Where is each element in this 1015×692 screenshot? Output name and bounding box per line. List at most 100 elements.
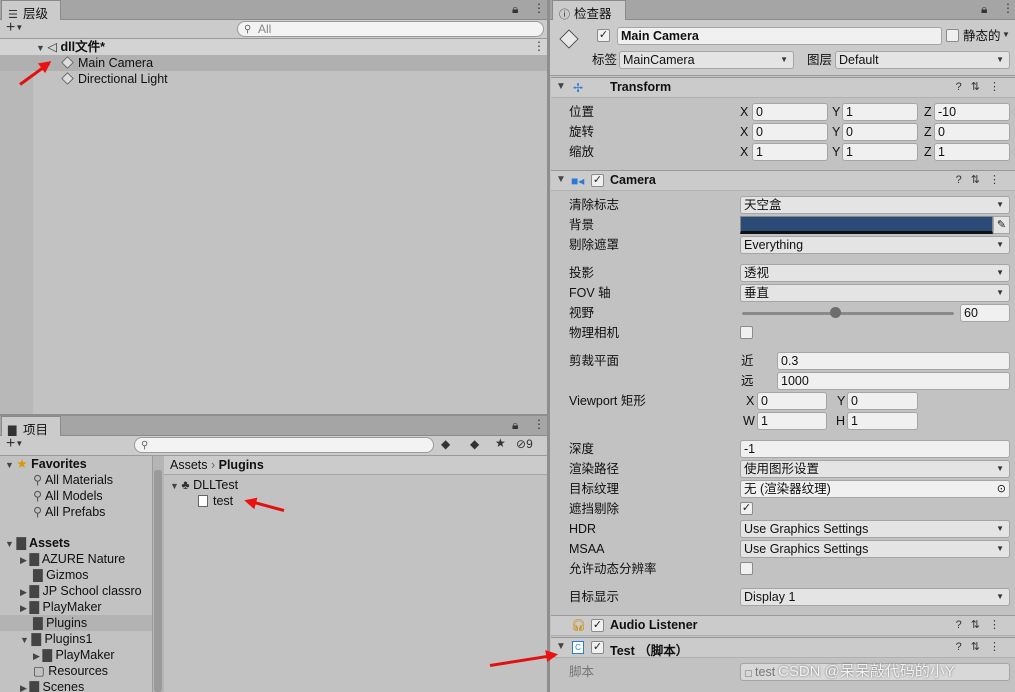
depth-field[interactable]: -1 <box>740 440 1010 458</box>
culling-mask-label: 剔除遮罩 <box>569 238 620 252</box>
y-axis-label: Y <box>832 105 841 119</box>
occlusion-culling-checkbox[interactable]: ✓ <box>740 502 753 515</box>
more-menu-icon[interactable]: ⋮ <box>533 417 545 431</box>
viewport-y-field[interactable]: 0 <box>847 392 918 410</box>
asset-folder[interactable]: ▼ ▇ Plugins1 <box>20 631 92 647</box>
component-actions[interactable]: ?⇅⋮ <box>956 173 1009 186</box>
favorite-star-icon[interactable]: ★ <box>495 436 506 450</box>
create-button[interactable]: +▼ <box>6 19 23 37</box>
hierarchy-search-input[interactable]: ⚲ All <box>237 21 544 37</box>
fov-slider-thumb[interactable] <box>830 307 842 318</box>
project-search-input[interactable]: ⚲ <box>134 437 434 453</box>
camera-header[interactable]: ▼ ■◂ ✓ Camera ?⇅⋮ <box>551 170 1015 191</box>
scale-y-field[interactable]: 1 <box>842 143 918 161</box>
audio-listener-header[interactable]: 🎧︎ ✓ Audio Listener ?⇅⋮ <box>551 615 1015 636</box>
tab-project[interactable]: ▇ 项目 <box>1 416 61 437</box>
asset-folder[interactable]: ▶ ▇ PlayMaker <box>33 647 115 663</box>
dynamic-resolution-checkbox[interactable] <box>740 562 753 575</box>
tree-scrollbar-thumb[interactable] <box>154 470 162 692</box>
create-button[interactable]: +▼ <box>6 435 23 453</box>
rotation-x-field[interactable]: 0 <box>752 123 828 141</box>
asset-folder-plugins[interactable]: ▇ Plugins <box>33 615 87 631</box>
favorite-item[interactable]: ⚲ All Models <box>33 488 103 504</box>
viewport-x-field[interactable]: 0 <box>757 392 827 410</box>
fov-axis-dropdown[interactable]: 垂直 ▼ <box>740 284 1010 302</box>
lock-icon[interactable]: 🔒︎ <box>512 2 518 17</box>
near-field[interactable]: 0.3 <box>777 352 1010 370</box>
viewport-h-field[interactable]: 1 <box>847 412 918 430</box>
physical-camera-checkbox[interactable] <box>740 326 753 339</box>
culling-mask-dropdown[interactable]: Everything ▼ <box>740 236 1010 254</box>
csharp-script-icon: C <box>572 641 584 654</box>
fov-label: 视野 <box>569 306 595 320</box>
hierarchy-item-main-camera[interactable]: Main Camera <box>61 55 153 71</box>
chevron-down-icon: ▼ <box>996 464 1004 473</box>
hdr-dropdown[interactable]: Use Graphics Settings ▼ <box>740 520 1010 538</box>
breadcrumb-root[interactable]: Assets <box>170 458 208 472</box>
favorites-header[interactable]: ▼ ★ Favorites <box>5 456 87 472</box>
breadcrumb-current[interactable]: Plugins <box>219 458 264 472</box>
far-field[interactable]: 1000 <box>777 372 1010 390</box>
scene-menu-icon[interactable]: ⋮ <box>533 39 545 53</box>
more-menu-icon[interactable]: ⋮ <box>1002 1 1014 15</box>
chevron-down-icon: ▼ <box>996 592 1004 601</box>
lock-icon[interactable]: 🔒︎ <box>981 2 987 17</box>
panel-divider <box>547 0 550 692</box>
camera-enabled-checkbox[interactable]: ✓ <box>591 174 604 187</box>
script-component-header[interactable]: ▼ C ✓ Test （脚本） ?⇅⋮ <box>551 637 1015 658</box>
background-color-swatch[interactable] <box>740 216 993 234</box>
object-picker-icon[interactable]: ⊙ <box>997 481 1006 497</box>
tag-label: 标签 <box>592 53 618 67</box>
position-y-field[interactable]: 1 <box>842 103 918 121</box>
transform-header[interactable]: ▼ ✢ Transform ?⇅⋮ <box>551 77 1015 98</box>
component-actions[interactable]: ?⇅⋮ <box>956 618 1009 631</box>
fov-field[interactable]: 60 <box>960 304 1010 322</box>
fold-icon: ▼ <box>556 174 566 185</box>
content-file-item[interactable]: test <box>198 493 233 509</box>
component-actions[interactable]: ?⇅⋮ <box>956 80 1009 93</box>
filter-label-icon[interactable]: ◆ <box>470 437 479 451</box>
assets-header[interactable]: ▼ ▇ Assets <box>5 535 70 551</box>
hidden-packages-icon[interactable]: ⊘9 <box>516 437 533 451</box>
content-folder-item[interactable]: ▼ ♣ DLLTest <box>170 477 238 493</box>
asset-folder[interactable]: ▢ Resources <box>33 663 108 679</box>
asset-folder[interactable]: ▶ ▇ JP School classro <box>20 583 152 599</box>
rotation-y-field[interactable]: 0 <box>842 123 918 141</box>
favorite-item[interactable]: ⚲ All Prefabs <box>33 504 105 520</box>
projection-dropdown[interactable]: 透视 ▼ <box>740 264 1010 282</box>
static-dropdown-icon[interactable]: ▼ <box>1002 30 1010 39</box>
tab-inspector[interactable]: ⓘ 检查器 <box>552 0 626 21</box>
near-label: 近 <box>741 354 754 368</box>
position-x-field[interactable]: 0 <box>752 103 828 121</box>
eyedropper-icon[interactable]: ✎ <box>993 216 1010 234</box>
filter-type-icon[interactable]: ◆ <box>441 437 450 451</box>
scale-z-field[interactable]: 1 <box>934 143 1010 161</box>
lock-icon[interactable]: 🔒︎ <box>512 418 518 433</box>
render-path-dropdown[interactable]: 使用图形设置 ▼ <box>740 460 1010 478</box>
scale-x-field[interactable]: 1 <box>752 143 828 161</box>
audio-listener-enabled-checkbox[interactable]: ✓ <box>591 619 604 632</box>
tag-dropdown[interactable]: MainCamera ▼ <box>619 51 794 69</box>
rotation-z-field[interactable]: 0 <box>934 123 1010 141</box>
hierarchy-item-directional-light[interactable]: Directional Light <box>61 71 168 87</box>
component-actions[interactable]: ?⇅⋮ <box>956 640 1009 653</box>
asset-folder[interactable]: ▶ ▇ Scenes <box>20 679 84 692</box>
asset-folder[interactable]: ▶ ▇ AZURE Nature <box>20 551 125 567</box>
active-checkbox[interactable]: ✓ <box>597 29 610 42</box>
position-z-field[interactable]: -10 <box>934 103 1010 121</box>
static-checkbox[interactable] <box>946 29 959 42</box>
viewport-w-field[interactable]: 1 <box>757 412 827 430</box>
more-menu-icon[interactable]: ⋮ <box>533 1 545 15</box>
script-enabled-checkbox[interactable]: ✓ <box>591 641 604 654</box>
layer-dropdown[interactable]: Default ▼ <box>835 51 1010 69</box>
object-name-field[interactable]: Main Camera <box>617 27 942 45</box>
clear-flags-dropdown[interactable]: 天空盒 ▼ <box>740 196 1010 214</box>
favorite-item[interactable]: ⚲ All Materials <box>33 472 113 488</box>
asset-folder[interactable]: ▇ Gizmos <box>33 567 88 583</box>
target-texture-field[interactable]: 无 (渲染器纹理) ⊙ <box>740 480 1010 498</box>
msaa-dropdown[interactable]: Use Graphics Settings ▼ <box>740 540 1010 558</box>
asset-folder[interactable]: ▶ ▇ PlayMaker <box>20 599 102 615</box>
fov-slider-track[interactable] <box>742 312 954 315</box>
tab-hierarchy[interactable]: ☰ 层级 <box>1 0 61 21</box>
target-display-dropdown[interactable]: Display 1 ▼ <box>740 588 1010 606</box>
